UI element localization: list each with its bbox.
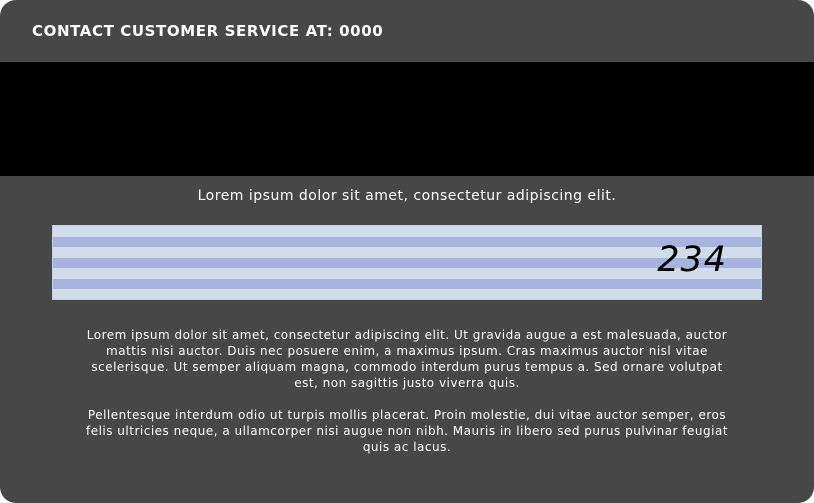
terms-paragraph-1: Lorem ipsum dolor sit amet, consectetur …: [86, 328, 728, 390]
signature-strip: 234: [52, 225, 762, 300]
customer-service-label: CONTACT CUSTOMER SERVICE AT: 0000: [32, 22, 384, 40]
card-back: CONTACT CUSTOMER SERVICE AT: 0000 Lorem …: [0, 0, 814, 503]
tagline: Lorem ipsum dolor sit amet, consectetur …: [197, 188, 617, 204]
magnetic-stripe: [0, 62, 814, 176]
terms-paragraph-2: Pellentesque interdum odio ut turpis mol…: [85, 408, 729, 454]
cvv-code: 234: [657, 240, 727, 280]
